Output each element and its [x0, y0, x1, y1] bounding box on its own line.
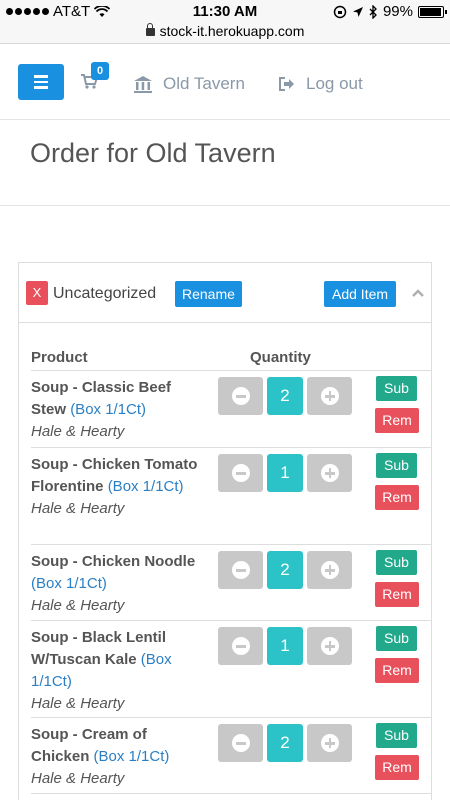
quantity-stepper: 1	[218, 454, 352, 492]
quantity-value: 1	[267, 454, 303, 492]
rename-button[interactable]: Rename	[175, 281, 242, 307]
decrease-button[interactable]	[218, 377, 263, 415]
product-brand: Hale & Hearty	[31, 423, 125, 440]
logout-link[interactable]: Log out	[278, 74, 363, 94]
page-title: Order for Old Tavern	[30, 138, 276, 168]
menu-toggle-button[interactable]	[18, 64, 64, 100]
column-quantity: Quantity	[250, 349, 311, 366]
quantity-stepper: 2	[218, 551, 352, 589]
product-info: Soup - Black Lentil W/Tuscan Kale (Box 1…	[31, 627, 206, 715]
product-info: Soup - Chicken Noodle (Box 1/1Ct) Hale & …	[31, 551, 206, 617]
minus-icon	[231, 637, 250, 655]
increase-button[interactable]	[307, 377, 352, 415]
product-unit[interactable]: (Box 1/1Ct)	[108, 478, 184, 495]
quantity-value: 2	[267, 377, 303, 415]
product-unit[interactable]: (Box 1/1Ct)	[94, 748, 170, 765]
increase-button[interactable]	[307, 724, 352, 762]
decrease-button[interactable]	[218, 627, 263, 665]
status-icons: 99%	[333, 3, 447, 20]
table-row: Soup - Chicken Noodle (Box 1/1Ct) Hale & …	[31, 545, 431, 621]
remove-button[interactable]: Rem	[375, 755, 419, 780]
substitute-button[interactable]: Sub	[376, 723, 417, 748]
status-bar: AT&T 11:30 AM 99% stock-it.herokuapp.com	[0, 0, 450, 44]
product-unit[interactable]: (Box 1/1Ct)	[70, 401, 146, 418]
bank-icon	[134, 76, 152, 93]
url-text: stock-it.herokuapp.com	[159, 23, 305, 39]
substitute-button[interactable]: Sub	[376, 376, 417, 401]
product-brand: Hale & Hearty	[31, 695, 125, 712]
navbar: Old Tavern Log out	[0, 44, 450, 120]
table-row: Soup - Cream of Chicken (Box 1/1Ct) Hale …	[31, 718, 431, 794]
increase-button[interactable]	[307, 551, 352, 589]
logout-icon	[279, 77, 294, 91]
quantity-value: 1	[267, 627, 303, 665]
logout-label: Log out	[306, 74, 363, 93]
add-item-button[interactable]: Add Item	[324, 281, 397, 307]
increase-button[interactable]	[307, 627, 352, 665]
product-name: Soup - Chicken Noodle	[31, 553, 196, 570]
table-row: Soup - Chicken Tomato Florentine (Box 1/…	[31, 448, 431, 545]
battery-icon	[418, 5, 447, 18]
remove-button[interactable]: Rem	[375, 485, 419, 510]
minus-icon	[231, 464, 250, 482]
delete-category-button[interactable]: X	[26, 281, 48, 305]
remove-button[interactable]: Rem	[375, 408, 419, 433]
minus-icon	[231, 561, 250, 579]
category-panel: X Uncategorized Rename Add Item Product …	[18, 262, 432, 800]
product-info: Soup - Cream of Chicken (Box 1/1Ct) Hale …	[31, 724, 206, 790]
minus-icon	[231, 387, 250, 405]
table-row: Soup - Black Lentil W/Tuscan Kale (Box 1…	[31, 621, 431, 718]
chevron-up-icon[interactable]	[411, 286, 425, 300]
nav-location-link[interactable]: Old Tavern	[133, 74, 245, 94]
quantity-value: 2	[267, 724, 303, 762]
quantity-stepper: 2	[218, 724, 352, 762]
quantity-value: 2	[267, 551, 303, 589]
plus-icon	[320, 387, 339, 405]
category-name: Uncategorized	[53, 285, 157, 302]
rotation-lock-icon	[333, 5, 347, 18]
battery-percent: 99%	[382, 3, 413, 20]
product-brand: Hale & Hearty	[31, 770, 125, 787]
product-info: Soup - Classic Beef Stew (Box 1/1Ct) Hale…	[31, 377, 206, 443]
plus-icon	[320, 464, 339, 482]
plus-icon	[320, 734, 339, 752]
remove-button[interactable]: Rem	[375, 582, 419, 607]
column-product: Product	[31, 349, 88, 366]
increase-button[interactable]	[307, 454, 352, 492]
plus-icon	[320, 561, 339, 579]
category-header: X Uncategorized Rename Add Item	[19, 263, 431, 323]
product-brand: Hale & Hearty	[31, 597, 125, 614]
quantity-stepper: 1	[218, 627, 352, 665]
product-brand: Hale & Hearty	[31, 500, 125, 517]
decrease-button[interactable]	[218, 551, 263, 589]
address-bar[interactable]: stock-it.herokuapp.com	[0, 23, 450, 39]
cart-count-badge: 0	[91, 62, 109, 80]
decrease-button[interactable]	[218, 724, 263, 762]
location-arrow-icon	[352, 6, 363, 17]
substitute-button[interactable]: Sub	[376, 550, 417, 575]
product-info: Soup - Chicken Tomato Florentine (Box 1/…	[31, 454, 206, 520]
table-row: Soup - Classic Beef Stew (Box 1/1Ct) Hale…	[31, 371, 431, 448]
plus-icon	[320, 637, 339, 655]
substitute-button[interactable]: Sub	[376, 453, 417, 478]
decrease-button[interactable]	[218, 454, 263, 492]
product-unit[interactable]: (Box 1/1Ct)	[31, 575, 107, 592]
quantity-stepper: 2	[218, 377, 352, 415]
bluetooth-icon	[369, 4, 377, 19]
lock-icon	[145, 23, 155, 36]
remove-button[interactable]: Rem	[375, 658, 419, 683]
substitute-button[interactable]: Sub	[376, 626, 417, 651]
location-label: Old Tavern	[163, 74, 245, 93]
table-header: Product Quantity	[31, 345, 431, 371]
minus-icon	[231, 734, 250, 752]
